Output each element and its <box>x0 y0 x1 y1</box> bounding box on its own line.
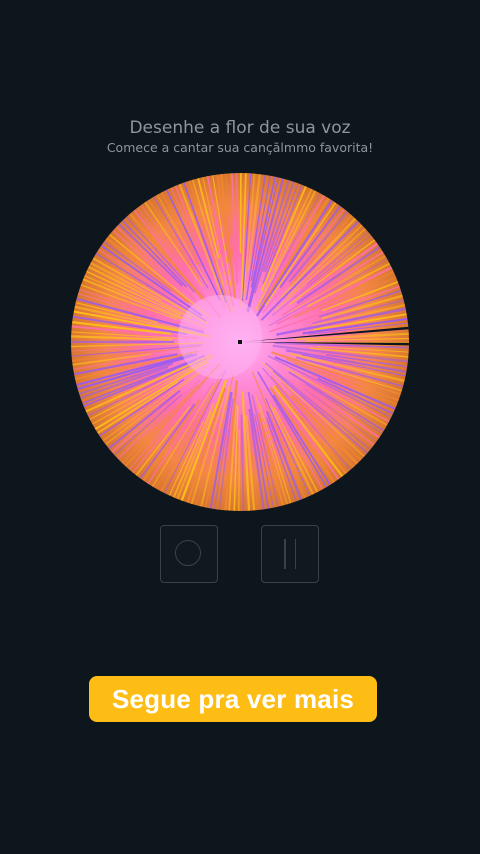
page-subtitle: Comece a cantar sua cançãlmmo favorita! <box>106 140 374 155</box>
record-button[interactable] <box>160 525 218 583</box>
flower-center-dot <box>238 340 242 344</box>
voice-flower-visualization <box>71 173 409 511</box>
pause-button[interactable] <box>261 525 319 583</box>
header: Desenhe a flor de sua voz Comece a canta… <box>0 116 480 156</box>
flower-core-glow <box>178 295 262 379</box>
follow-cta-button[interactable]: Segue pra ver mais <box>89 676 377 722</box>
pause-icon <box>282 539 298 569</box>
circle-record-icon <box>175 540 201 566</box>
flower-ray <box>238 429 241 511</box>
page-title: Desenhe a flor de sua voz <box>129 118 351 138</box>
